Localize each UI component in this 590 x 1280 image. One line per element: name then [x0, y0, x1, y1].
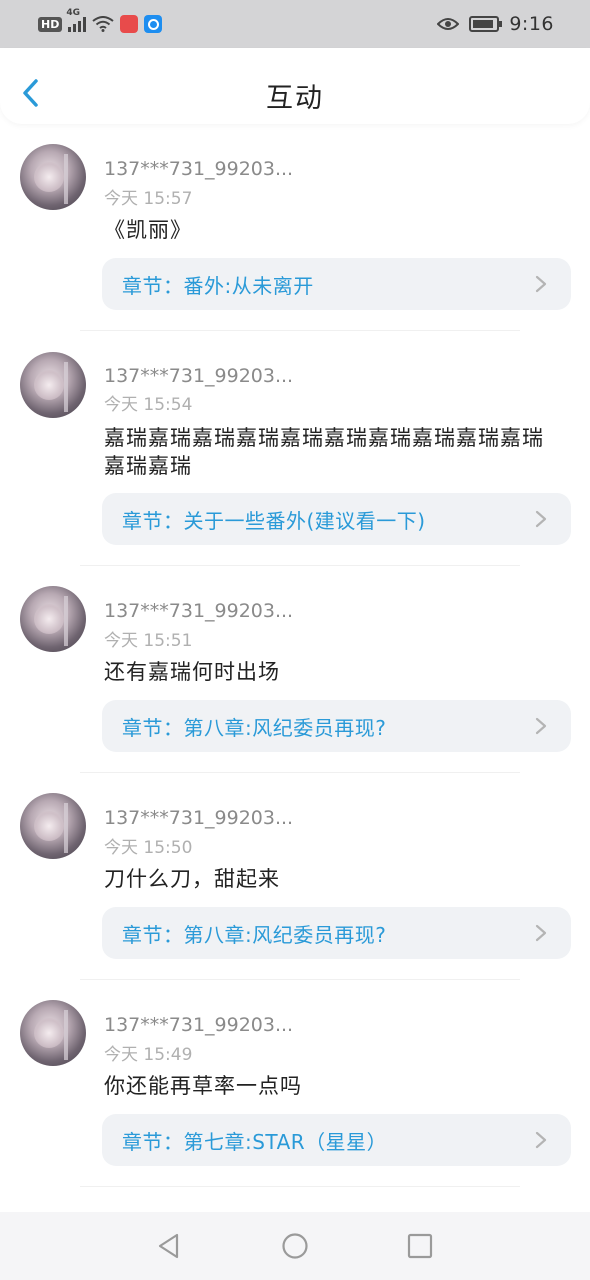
top-app-bar: 互动	[0, 48, 590, 124]
comment-text: 《凯丽》	[104, 218, 192, 242]
chevron-right-icon	[535, 275, 547, 293]
chapter-link[interactable]: 章节：第七章:STAR（星星）	[102, 1114, 571, 1166]
hd-icon: HD	[38, 16, 63, 32]
username: 137***731_99203...	[104, 365, 294, 387]
divider	[80, 1186, 520, 1187]
comment-time: 今天 15:51	[104, 631, 193, 651]
username: 137***731_99203...	[104, 158, 294, 180]
back-triangle-icon[interactable]	[155, 1232, 183, 1260]
system-nav-bar	[0, 1212, 590, 1280]
status-bar-right: 9:16	[437, 13, 554, 35]
comment-time: 今天 15:57	[104, 189, 193, 209]
comment-list: 137***731_99203... 今天 15:57 《凯丽》 章节：番外:从…	[0, 124, 590, 1187]
chapter-link[interactable]: 章节：第八章:风纪委员再现?	[102, 907, 571, 959]
avatar[interactable]	[20, 586, 86, 652]
status-time: 9:16	[509, 13, 554, 35]
list-item: 137***731_99203... 今天 15:57 《凯丽》 章节：番外:从…	[0, 124, 590, 331]
chevron-right-icon	[535, 1131, 547, 1149]
list-item: 137***731_99203... 今天 15:51 还有嘉瑞何时出场 章节：…	[0, 566, 590, 773]
comment-text: 嘉瑞嘉瑞嘉瑞嘉瑞嘉瑞嘉瑞嘉瑞嘉瑞嘉瑞嘉瑞嘉瑞嘉瑞	[104, 426, 544, 478]
battery-icon	[469, 16, 503, 32]
page-title: 互动	[266, 83, 324, 114]
avatar[interactable]	[20, 144, 86, 210]
chapter-label: 章节：第八章:风纪委员再现?	[122, 922, 387, 947]
avatar[interactable]	[20, 793, 86, 859]
home-circle-icon[interactable]	[281, 1232, 309, 1260]
username: 137***731_99203...	[104, 807, 294, 829]
avatar[interactable]	[20, 352, 86, 418]
username: 137***731_99203...	[104, 600, 294, 622]
chapter-link[interactable]: 章节：关于一些番外(建议看一下)	[102, 493, 571, 545]
chevron-right-icon	[535, 510, 547, 528]
chapter-label: 章节：第八章:风纪委员再现?	[122, 715, 387, 740]
comment-time: 今天 15:50	[104, 838, 193, 858]
comment-time: 今天 15:49	[104, 1045, 193, 1065]
status-bar: HD 4G 9:16	[0, 0, 590, 48]
username: 137***731_99203...	[104, 1014, 294, 1036]
chapter-label: 章节：番外:从未离开	[122, 273, 314, 298]
app-notification-icon	[120, 15, 139, 33]
signal-icon: 4G	[66, 8, 87, 32]
list-item: 137***731_99203... 今天 15:54 嘉瑞嘉瑞嘉瑞嘉瑞嘉瑞嘉瑞…	[0, 331, 590, 566]
recents-square-icon[interactable]	[406, 1232, 434, 1260]
list-item: 137***731_99203... 今天 15:49 你还能再草率一点吗 章节…	[0, 980, 590, 1187]
list-item: 137***731_99203... 今天 15:50 刀什么刀，甜起来 章节：…	[0, 773, 590, 980]
app-notification-icon	[144, 15, 163, 33]
wifi-icon	[92, 16, 114, 32]
chapter-link[interactable]: 章节：番外:从未离开	[102, 258, 571, 310]
comment-text: 刀什么刀，甜起来	[104, 867, 280, 891]
status-bar-left: HD 4G	[38, 8, 163, 33]
comment-text: 你还能再草率一点吗	[104, 1074, 302, 1098]
comment-time: 今天 15:54	[104, 395, 193, 415]
chevron-right-icon	[535, 717, 547, 735]
avatar[interactable]	[20, 1000, 86, 1066]
network-type-label: 4G	[66, 8, 80, 18]
chapter-link[interactable]: 章节：第八章:风纪委员再现?	[102, 700, 571, 752]
comment-text: 还有嘉瑞何时出场	[104, 660, 280, 684]
chapter-label: 章节：关于一些番外(建议看一下)	[122, 508, 426, 533]
chapter-label: 章节：第七章:STAR（星星）	[122, 1129, 388, 1154]
eye-icon	[437, 18, 460, 30]
chevron-right-icon	[535, 924, 547, 942]
